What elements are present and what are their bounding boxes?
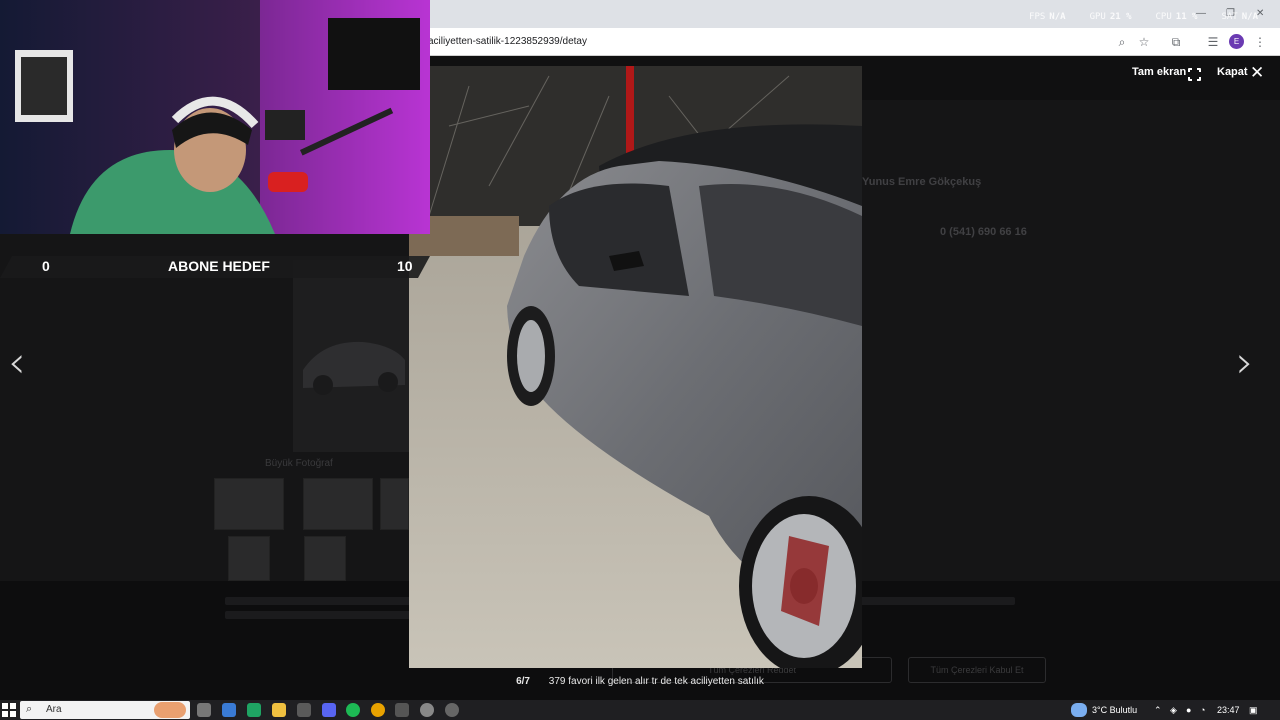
spotify-icon[interactable]: [346, 703, 360, 717]
search-highlight-icon: [154, 702, 186, 718]
search-icon: ⌕: [26, 703, 33, 715]
weather-icon[interactable]: [1071, 703, 1087, 717]
chrome-icon[interactable]: [371, 703, 385, 717]
subscribe-goal-bar: 0 ABONE HEDEF 10: [0, 256, 430, 278]
cpu-label: CPU: [1155, 12, 1172, 22]
webcam-overlay: [0, 0, 430, 234]
car-thumbnail-dimmed: [303, 341, 405, 395]
obs-icon[interactable]: [395, 703, 409, 717]
app-icon-2[interactable]: [445, 703, 459, 717]
next-photo-button[interactable]: ›: [1236, 341, 1254, 385]
lightbox-photo: [409, 66, 862, 668]
edge-icon[interactable]: [247, 703, 261, 717]
webcam-feed: [0, 0, 430, 234]
zoom-icon[interactable]: ⌕: [1114, 34, 1130, 50]
thumbnail-2[interactable]: [303, 478, 373, 530]
file-explorer-icon[interactable]: [272, 703, 286, 717]
sat-value: N/A: [1241, 12, 1258, 22]
close-icon[interactable]: ✕: [1250, 64, 1264, 81]
goal-target: 10: [397, 258, 413, 274]
thumbnail-1[interactable]: [214, 478, 284, 530]
notification-icon[interactable]: ▣: [1249, 705, 1258, 716]
car-photo: [409, 66, 862, 668]
big-photo-link[interactable]: Büyük Fotoğraf: [265, 458, 333, 469]
windows-taskbar: ⌕ Ara 3°C Bulutlu ⌃ ◈ ● ◔ 23:47 ▣: [0, 700, 1280, 720]
thumbnail-5[interactable]: [304, 536, 346, 581]
gpu-label: GPU: [1089, 12, 1106, 22]
weather-text[interactable]: 3°C Bulutlu: [1092, 705, 1137, 715]
sat-label: SAT: [1221, 12, 1238, 22]
fullscreen-button[interactable]: Tam ekran: [1132, 66, 1186, 78]
bookmark-star-icon[interactable]: ☆: [1136, 34, 1152, 50]
app-icon[interactable]: [420, 703, 434, 717]
close-button[interactable]: Kapat: [1217, 66, 1248, 78]
wifi-icon[interactable]: ◔: [1200, 705, 1205, 715]
fps-label: FPS: [1029, 12, 1046, 22]
cookie-text-line: [225, 611, 425, 619]
profile-avatar[interactable]: E: [1229, 34, 1244, 49]
thumbnail-4[interactable]: [228, 536, 270, 581]
discord-icon[interactable]: [322, 703, 336, 717]
search-placeholder: Ara: [46, 704, 62, 715]
goal-title: ABONE HEDEF: [168, 258, 270, 274]
fullscreen-icon-cut: [1186, 72, 1203, 77]
photo-counter: 6/7: [516, 676, 530, 687]
fps-value: N/A: [1049, 12, 1066, 22]
extensions-icon[interactable]: ⧉: [1168, 34, 1184, 50]
goal-current: 0: [42, 258, 50, 274]
photo-caption: 6/7 379 favori ilk gelen alır tr de tek …: [0, 676, 1280, 700]
previous-photo-button[interactable]: ‹: [8, 341, 26, 385]
microphone-icon[interactable]: ●: [1186, 705, 1191, 715]
thumbnail-3[interactable]: [380, 478, 409, 530]
seller-name[interactable]: Yunus Emre Gökçekuş: [862, 176, 981, 188]
main-photo-dimmed: [293, 260, 409, 452]
copilot-icon[interactable]: [222, 703, 236, 717]
media-control-icon[interactable]: ☰: [1205, 34, 1221, 50]
windows-start-icon[interactable]: [2, 703, 16, 717]
network-icon[interactable]: ◈: [1170, 705, 1177, 716]
cpu-value: 11 %: [1175, 12, 1198, 22]
seller-phone[interactable]: 0 (541) 690 66 16: [940, 226, 1027, 238]
menu-kebab-icon[interactable]: ⋮: [1252, 34, 1268, 50]
gpu-value: 21 %: [1109, 12, 1132, 22]
taskbar-search[interactable]: ⌕ Ara: [20, 701, 190, 719]
url-text[interactable]: aciliyetten-satilik-1223852939/detay: [428, 36, 587, 47]
performance-overlay: FPS N/A GPU 21 % CPU 11 % SAT N/A: [1029, 12, 1258, 22]
clock-time[interactable]: 23:47: [1217, 705, 1240, 715]
photo-caption-text: 379 favori ilk gelen alır tr de tek acil…: [548, 676, 764, 687]
tray-chevron-icon[interactable]: ⌃: [1154, 705, 1162, 716]
store-icon[interactable]: [297, 703, 311, 717]
task-view-icon[interactable]: [197, 703, 211, 717]
